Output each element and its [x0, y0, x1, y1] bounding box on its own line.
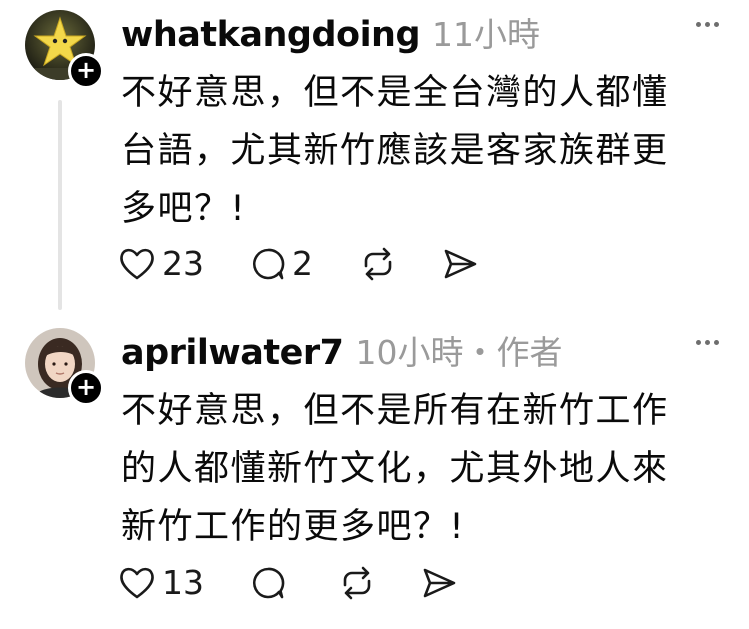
more-icon[interactable] — [696, 22, 719, 27]
comment-icon — [252, 567, 285, 598]
timestamp: 11小時 — [432, 15, 541, 54]
comment-button[interactable] — [250, 565, 292, 601]
comment-count: 2 — [292, 244, 313, 283]
repost-icon — [343, 566, 371, 599]
like-button[interactable]: 13 — [118, 563, 204, 602]
share-icon — [444, 249, 477, 278]
comment-button[interactable]: 2 — [250, 244, 313, 283]
comment-icon — [252, 248, 285, 279]
timestamp: 10小時・作者 — [355, 333, 563, 372]
follow-plus-icon[interactable]: + — [68, 53, 104, 89]
repost-button[interactable] — [359, 246, 397, 282]
thread-line — [58, 100, 62, 310]
heart-icon — [120, 567, 154, 598]
action-bar: 13 — [118, 563, 458, 602]
username[interactable]: aprilwater7 — [121, 333, 344, 373]
like-count: 13 — [162, 563, 204, 602]
like-count: 23 — [162, 244, 204, 283]
reply-post: + whatkangdoing 11小時 不好意思，但不是全台灣的人都懂 台語，… — [0, 0, 749, 318]
follow-plus-icon[interactable]: + — [68, 370, 104, 406]
post-header: aprilwater7 10小時・作者 — [121, 326, 563, 373]
reply-post: + aprilwater7 10小時・作者 不好意思，但不是所有在新竹工作 的人… — [0, 318, 749, 629]
heart-icon — [120, 248, 154, 279]
more-icon[interactable] — [696, 340, 719, 345]
repost-icon — [364, 247, 392, 280]
post-text: 不好意思，但不是所有在新竹工作 的人都懂新竹文化，尤其外地人來 新竹工作的更多吧… — [121, 391, 669, 547]
share-button[interactable] — [441, 246, 479, 282]
action-bar: 23 2 — [118, 244, 479, 283]
username[interactable]: whatkangdoing — [121, 15, 421, 55]
repost-button[interactable] — [338, 565, 376, 601]
share-button[interactable] — [420, 565, 458, 601]
post-header: whatkangdoing 11小時 — [121, 8, 541, 55]
post-text: 不好意思，但不是全台灣的人都懂 台語，尤其新竹應該是客家族群更 多吧？! — [121, 73, 669, 229]
like-button[interactable]: 23 — [118, 244, 204, 283]
share-icon — [423, 568, 456, 597]
